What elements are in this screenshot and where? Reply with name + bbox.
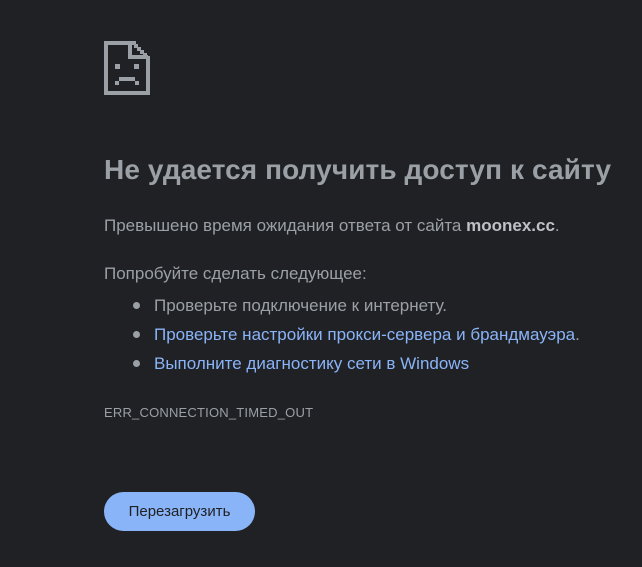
suggestions-heading: Попробуйте сделать следующее: [104,264,367,283]
suggestions-list: Проверьте подключение к интернету. Прове… [104,291,580,378]
suggestion-period: . [575,325,580,344]
error-summary: Превышено время ожидания ответа от сайта… [104,215,560,237]
suggestion-check-connection: Проверьте подключение к интернету. [104,291,580,320]
suggestion-check-proxy-firewall: Проверьте настройки прокси-сервера и бра… [104,320,580,349]
summary-text: Превышено время ожидания ответа от сайта [104,216,462,235]
bullet-icon [133,302,140,309]
page-title: Не удается получить доступ к сайту [104,154,612,185]
error-page: Не удается получить доступ к сайту Превы… [0,0,642,567]
sad-page-icon [104,41,150,95]
bullet-icon [133,360,140,367]
network-diagnostics-link[interactable]: Выполните диагностику сети в Windows [154,354,469,373]
site-host: moonex.cc [466,216,555,235]
suggestion-network-diagnostics: Выполните диагностику сети в Windows [104,349,580,378]
reload-button[interactable]: Перезагрузить [104,492,255,531]
bullet-icon [133,331,140,338]
summary-period: . [554,216,560,235]
error-code: ERR_CONNECTION_TIMED_OUT [104,405,314,420]
proxy-firewall-link[interactable]: Проверьте настройки прокси-сервера и бра… [154,325,575,344]
suggestion-text: Проверьте подключение к интернету. [154,296,448,315]
